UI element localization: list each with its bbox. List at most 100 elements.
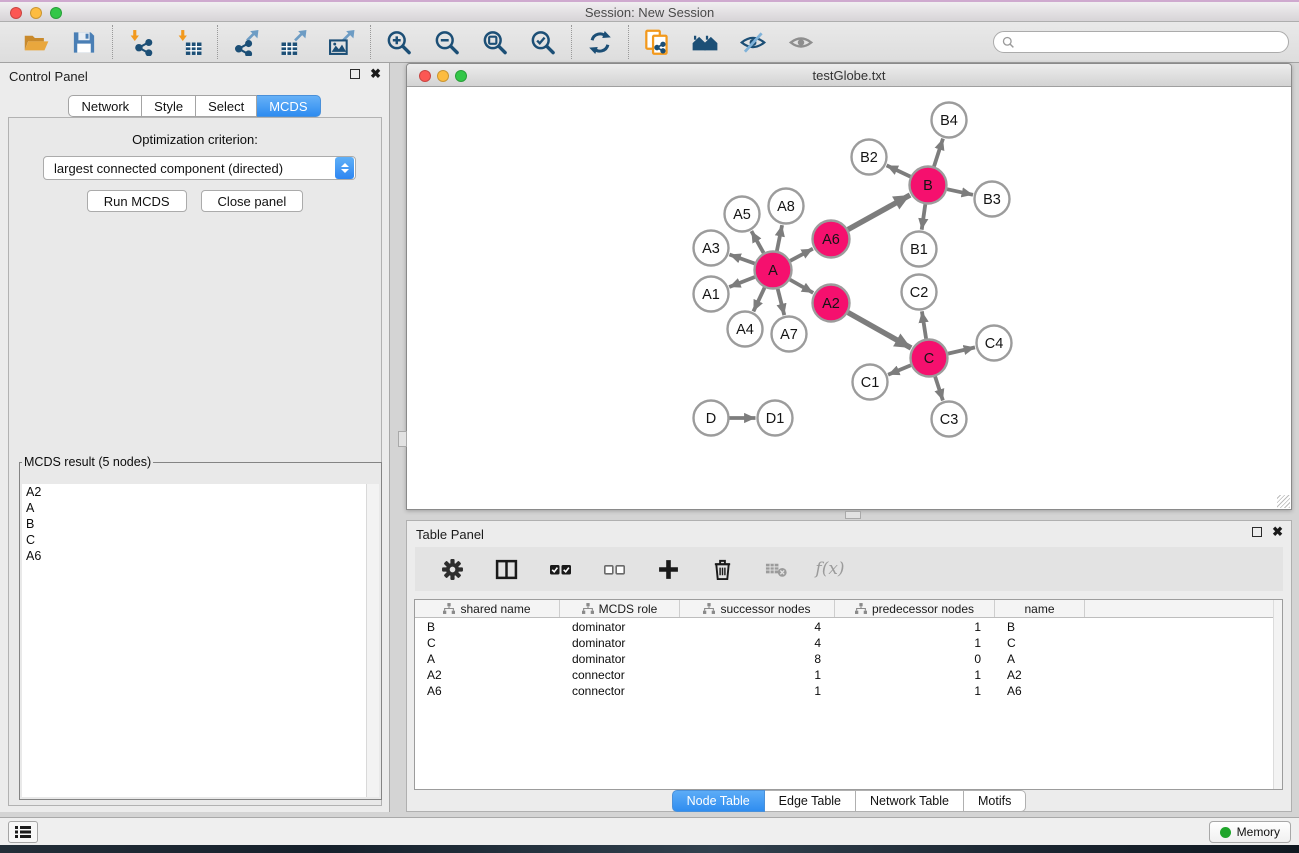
deselect-all-button[interactable] bbox=[599, 554, 629, 584]
export-network-button[interactable] bbox=[231, 27, 261, 57]
edge-B-B1[interactable] bbox=[922, 204, 926, 229]
mcds-result-item[interactable]: A2 bbox=[22, 484, 379, 500]
edge-A-A2[interactable] bbox=[790, 280, 813, 293]
edge-A-A3[interactable] bbox=[729, 255, 754, 264]
node-C3[interactable]: C3 bbox=[932, 402, 967, 437]
task-history-button[interactable] bbox=[8, 821, 38, 843]
tab-network-table[interactable]: Network Table bbox=[856, 790, 964, 812]
node-A3[interactable]: A3 bbox=[694, 231, 729, 266]
node-A2[interactable]: A2 bbox=[813, 285, 850, 322]
table-close-panel-icon[interactable]: ✖ bbox=[1272, 527, 1283, 537]
mcds-result-item[interactable]: A6 bbox=[22, 548, 379, 564]
close-panel-button[interactable]: Close panel bbox=[201, 190, 304, 212]
criterion-select[interactable]: largest connected component (directed) bbox=[43, 156, 356, 180]
node-B1[interactable]: B1 bbox=[902, 232, 937, 267]
table-float-panel-icon[interactable] bbox=[1252, 527, 1262, 537]
show-hide-button[interactable] bbox=[786, 27, 816, 57]
clone-network-button[interactable] bbox=[642, 27, 672, 57]
node-B3[interactable]: B3 bbox=[975, 182, 1010, 217]
run-mcds-button[interactable]: Run MCDS bbox=[87, 190, 187, 212]
refresh-button[interactable] bbox=[585, 27, 615, 57]
network-canvas[interactable]: B4 B2 B B3 A8 A5 A6 A3 B1 A C2 A1 A2 A4 A7 C4 C C1 C3 D D1 bbox=[407, 88, 1291, 509]
split-column-button[interactable] bbox=[491, 554, 521, 584]
column-header-MCDS-role[interactable]: MCDS role bbox=[560, 600, 680, 617]
export-image-button[interactable] bbox=[327, 27, 357, 57]
table-scrollbar[interactable] bbox=[1273, 600, 1282, 789]
edge-C-C4[interactable] bbox=[948, 347, 975, 353]
edge-A-A8[interactable] bbox=[777, 225, 782, 251]
float-panel-icon[interactable] bbox=[350, 69, 360, 79]
edge-B-B3[interactable] bbox=[947, 189, 973, 195]
tab-network[interactable]: Network bbox=[68, 95, 142, 117]
node-A8[interactable]: A8 bbox=[769, 189, 804, 224]
result-scrollbar[interactable] bbox=[366, 484, 379, 797]
memory-button[interactable]: Memory bbox=[1209, 821, 1291, 843]
node-A[interactable]: A bbox=[755, 252, 792, 289]
import-table-button[interactable] bbox=[174, 27, 204, 57]
node-C1[interactable]: C1 bbox=[853, 365, 888, 400]
resize-grip[interactable] bbox=[1277, 495, 1290, 508]
node-D1[interactable]: D1 bbox=[758, 401, 793, 436]
edge-C-C1[interactable] bbox=[888, 365, 911, 374]
edge-A2-C[interactable] bbox=[848, 313, 911, 349]
delete-table-button[interactable] bbox=[761, 554, 791, 584]
mcds-result-item[interactable]: A bbox=[22, 500, 379, 516]
table-row[interactable]: A6connector11A6 bbox=[415, 683, 1273, 699]
column-header-predecessor-nodes[interactable]: predecessor nodes bbox=[835, 600, 995, 617]
node-C2[interactable]: C2 bbox=[902, 275, 937, 310]
node-B2[interactable]: B2 bbox=[852, 140, 887, 175]
edge-A-A4[interactable] bbox=[753, 288, 764, 312]
edge-B-B4[interactable] bbox=[934, 139, 943, 167]
table-row[interactable]: Cdominator41C bbox=[415, 635, 1273, 651]
import-network-button[interactable] bbox=[126, 27, 156, 57]
tab-mcds[interactable]: MCDS bbox=[257, 95, 320, 117]
node-D[interactable]: D bbox=[694, 401, 729, 436]
edge-A-A1[interactable] bbox=[729, 277, 755, 287]
node-A1[interactable]: A1 bbox=[694, 277, 729, 312]
close-panel-icon[interactable]: ✖ bbox=[370, 69, 381, 79]
node-B4[interactable]: B4 bbox=[932, 103, 967, 138]
node-A6[interactable]: A6 bbox=[813, 221, 850, 258]
edge-B-B2[interactable] bbox=[887, 165, 911, 176]
table-row[interactable]: Bdominator41B bbox=[415, 619, 1273, 635]
node-A7[interactable]: A7 bbox=[772, 317, 807, 352]
zoom-fit-button[interactable] bbox=[480, 27, 510, 57]
tab-select[interactable]: Select bbox=[196, 95, 257, 117]
edge-A-A5[interactable] bbox=[751, 231, 763, 253]
tab-style[interactable]: Style bbox=[142, 95, 196, 117]
mcds-result-item[interactable]: B bbox=[22, 516, 379, 532]
table-row[interactable]: A2connector11A2 bbox=[415, 667, 1273, 683]
zoom-selected-button[interactable] bbox=[528, 27, 558, 57]
select-all-button[interactable] bbox=[545, 554, 575, 584]
column-header-name[interactable]: name bbox=[995, 600, 1085, 617]
edge-C-C2[interactable] bbox=[922, 311, 926, 338]
node-C[interactable]: C bbox=[911, 340, 948, 377]
zoom-out-button[interactable] bbox=[432, 27, 462, 57]
graphics-details-button[interactable] bbox=[738, 27, 768, 57]
tab-node-table[interactable]: Node Table bbox=[672, 790, 765, 812]
mcds-result-item[interactable]: C bbox=[22, 532, 379, 548]
search-input[interactable] bbox=[1020, 35, 1280, 50]
edge-A6-B[interactable] bbox=[848, 195, 910, 230]
column-header-shared-name[interactable]: shared name bbox=[415, 600, 560, 617]
horizontal-scrollbar-thumb[interactable] bbox=[845, 511, 861, 519]
edge-C-C3[interactable] bbox=[935, 377, 943, 401]
node-A4[interactable]: A4 bbox=[728, 312, 763, 347]
save-session-button[interactable] bbox=[69, 27, 99, 57]
table-settings-button[interactable] bbox=[437, 554, 467, 584]
vertical-scrollbar-thumb[interactable] bbox=[398, 431, 407, 447]
function-builder-button[interactable]: f(x) bbox=[815, 554, 845, 584]
zoom-in-button[interactable] bbox=[384, 27, 414, 57]
edge-A-A7[interactable] bbox=[778, 289, 785, 315]
delete-column-button[interactable] bbox=[707, 554, 737, 584]
table-row[interactable]: Adominator80A bbox=[415, 651, 1273, 667]
node-B[interactable]: B bbox=[910, 167, 947, 204]
open-file-button[interactable] bbox=[21, 27, 51, 57]
column-header-successor-nodes[interactable]: successor nodes bbox=[680, 600, 835, 617]
tab-edge-table[interactable]: Edge Table bbox=[765, 790, 856, 812]
add-column-button[interactable] bbox=[653, 554, 683, 584]
tab-motifs[interactable]: Motifs bbox=[964, 790, 1026, 812]
node-A5[interactable]: A5 bbox=[725, 197, 760, 232]
node-C4[interactable]: C4 bbox=[977, 326, 1012, 361]
edge-A-A6[interactable] bbox=[790, 249, 813, 261]
